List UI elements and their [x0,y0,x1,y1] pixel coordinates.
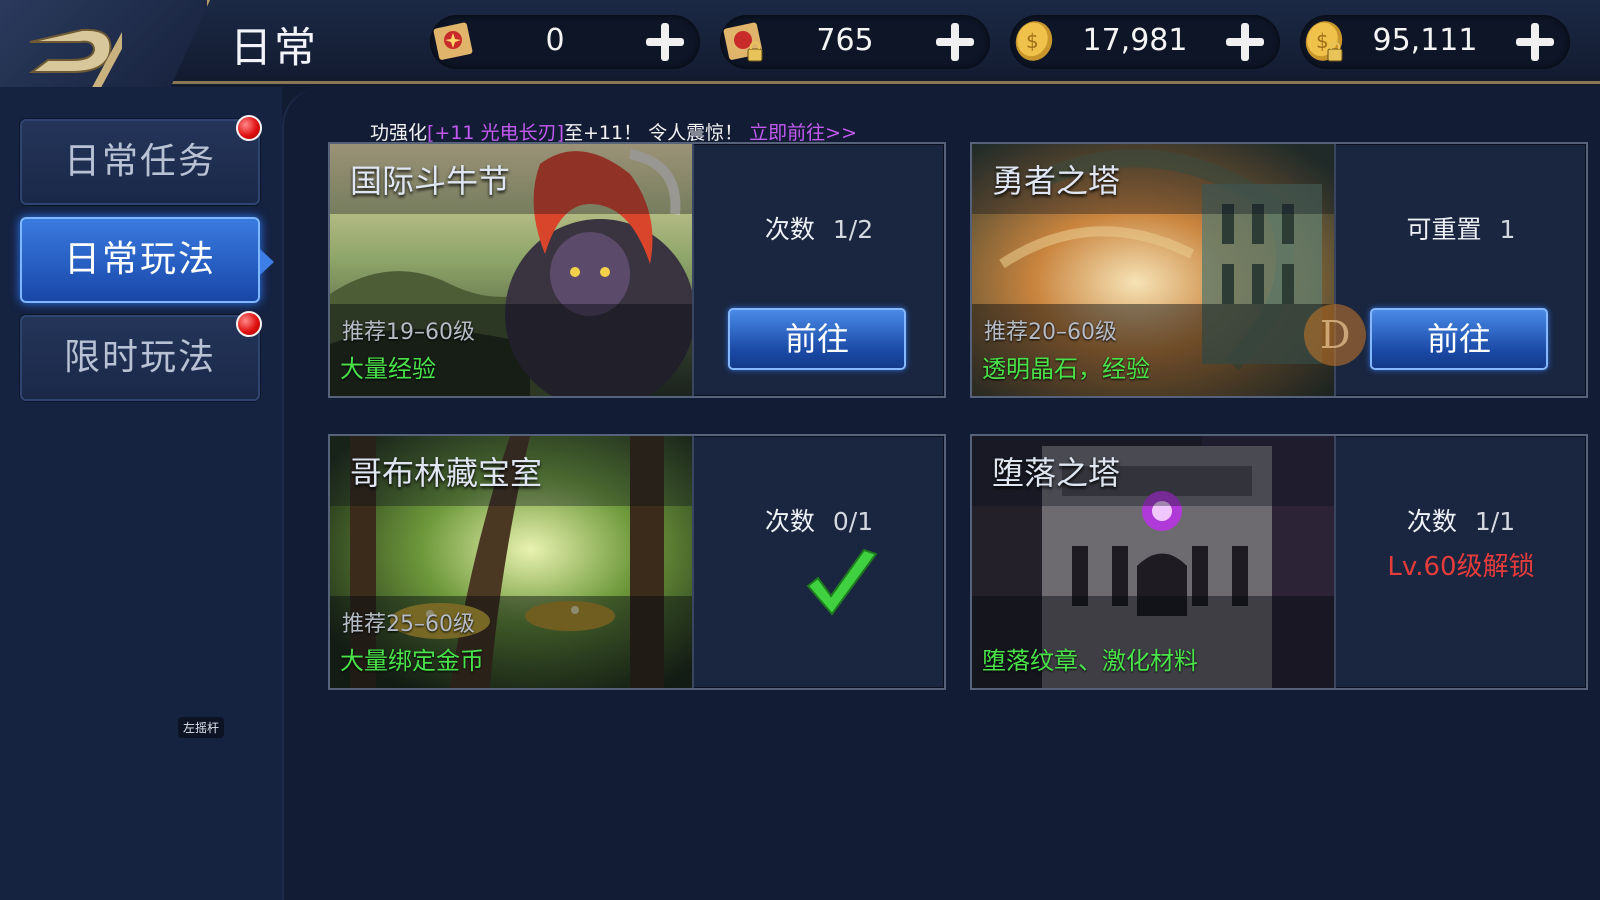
tab-daily-play[interactable]: 日常玩法 [20,217,274,303]
card-title: 勇者之塔 [992,162,1121,200]
reward-text: 大量绑定金币 [340,647,484,675]
card-artwork: 哥布林藏宝室 推荐25–60级 大量绑定金币 [330,436,694,688]
marquee-item: [+11 光电长刃] [427,122,564,144]
card-info: 次数 1/1 Lv.60级解锁 [1336,436,1586,688]
activity-card-bullfight: 国际斗牛节 推荐19–60级 大量经验 次数 1/2 前往 [328,142,946,398]
reward-text: 大量经验 [340,355,436,383]
card-info: 可重置 1 前往 [1336,144,1586,396]
recommended-level: 推荐25–60级 [342,612,475,637]
resource-bound-gold: $ 95,111 [1300,15,1570,69]
svg-text:$: $ [1316,29,1329,53]
svg-text:D: D [1320,313,1350,357]
locked-scroll-icon [723,22,763,62]
count-value: 0/1 [832,507,874,536]
tab-daily-tasks[interactable]: 日常任务 [20,115,262,205]
attempt-count: 次数 1/1 [1336,502,1586,538]
card-artwork: 国际斗牛节 推荐19–60级 大量经验 [330,144,694,396]
tab-limited-play[interactable]: 限时玩法 [20,311,262,401]
card-title: 国际斗牛节 [350,162,511,200]
left-joystick-label[interactable]: 左摇杆 [178,717,225,738]
sidebar: 日常任务 日常玩法 限时玩法 [0,87,282,900]
card-info: 次数 1/2 前往 [694,144,944,396]
count-label: 次数 [1406,507,1457,536]
floating-assistant-icon[interactable]: D [1302,302,1368,368]
marquee-link[interactable]: 立即前往>> [749,122,857,144]
reward-text: 堕落纹章、激化材料 [982,647,1198,675]
add-treasure-map-button[interactable] [642,19,688,65]
resource-value: 765 [816,23,874,58]
count-value: 1 [1499,215,1516,244]
count-label: 可重置 [1406,215,1482,244]
resource-gold: $ 17,981 [1010,15,1280,69]
svg-text:$: $ [1026,29,1039,53]
reset-count: 可重置 1 [1336,210,1586,246]
resource-value: 95,111 [1372,23,1478,58]
activity-card-brave-tower: 勇者之塔 推荐20–60级 透明晶石，经验 可重置 1 前往 D [970,142,1588,398]
count-label: 次数 [764,507,815,536]
marquee-middle: 至+11！ 令人震惊！ [563,122,750,144]
add-locked-treasure-map-button[interactable] [932,19,978,65]
attempt-count: 次数 1/2 [694,210,944,246]
recommended-level: 推荐20–60级 [984,320,1117,345]
resource-value: 17,981 [1082,23,1188,58]
resource-value: 0 [545,23,565,58]
go-button[interactable]: 前往 [728,308,906,370]
game-logo-back-icon [29,2,122,90]
recommended-level: 推荐19–60级 [342,320,475,345]
add-bound-gold-button[interactable] [1512,19,1558,65]
tab-label: 限时玩法 [63,337,216,378]
top-bar: 日常 0 765 $ 17,981 $ 95,111 [0,0,1600,102]
locked-gold-coin-icon: $ [1305,21,1343,62]
count-value: 1/2 [832,215,874,244]
completed-check-icon [806,548,878,616]
gold-coin-icon: $ [1015,21,1053,61]
red-scroll-icon [433,22,473,60]
card-title: 堕落之塔 [992,454,1121,492]
resource-locked-treasure-map: 765 [720,15,990,69]
notification-dot [236,115,262,141]
card-artwork: 勇者之塔 推荐20–60级 透明晶石，经验 [972,144,1336,396]
activity-card-goblin-treasury: 哥布林藏宝室 推荐25–60级 大量绑定金币 次数 0/1 [328,434,946,690]
unlock-requirement: Lv.60级解锁 [1387,552,1535,582]
count-value: 1/1 [1474,507,1516,536]
marquee-prefix: 功强化 [370,122,428,144]
reward-text: 透明晶石，经验 [982,355,1150,383]
resource-treasure-map: 0 [430,15,700,69]
card-info: 次数 0/1 [694,436,944,688]
activity-card-fallen-tower: 堕落之塔 堕落纹章、激化材料 次数 1/1 Lv.60级解锁 [970,434,1588,690]
tab-label: 日常任务 [63,141,216,182]
attempt-count: 次数 0/1 [694,502,944,538]
card-title: 哥布林藏宝室 [350,454,543,492]
page-title: 日常 [230,23,319,72]
add-gold-button[interactable] [1222,19,1268,65]
count-label: 次数 [764,215,815,244]
notification-dot [236,311,262,337]
announcement-marquee: 功强化[+11 光电长刃]至+11！ 令人震惊！ 立即前往>> [370,118,1270,144]
tab-label: 日常玩法 [63,239,216,280]
go-button[interactable]: 前往 [1370,308,1548,370]
card-artwork: 堕落之塔 堕落纹章、激化材料 [972,436,1336,688]
